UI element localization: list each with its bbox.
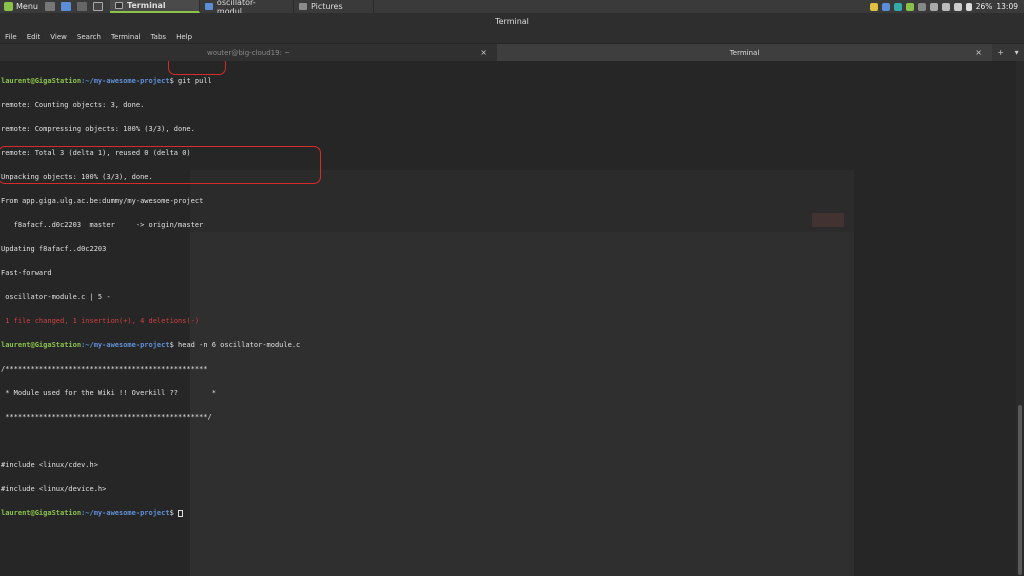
show-desktop-icon[interactable] xyxy=(44,2,55,11)
file-manager-icon[interactable] xyxy=(60,2,71,11)
folder-icon xyxy=(298,3,307,10)
background-window-ghost xyxy=(812,213,844,227)
tab-label: Terminal xyxy=(729,48,760,57)
menu-view[interactable]: View xyxy=(45,33,72,41)
menu-edit[interactable]: Edit xyxy=(22,33,46,41)
taskbar-item-terminal[interactable]: Terminal xyxy=(109,0,200,13)
terminal-line: * Module used for the Wiki !! Overkill ?… xyxy=(1,389,216,397)
terminal-line: remote: Compressing objects: 100% (3/3),… xyxy=(1,125,195,133)
terminal-line: laurent@GigaStation:~/my-awesome-project… xyxy=(1,77,212,85)
terminal-line: 1 file changed, 1 insertion(+), 4 deleti… xyxy=(1,317,200,325)
tab-close-icon[interactable]: × xyxy=(480,48,487,57)
terminal-line: Fast-forward xyxy=(1,269,52,277)
menu-terminal[interactable]: Terminal xyxy=(106,33,146,41)
new-tab-icon[interactable]: + xyxy=(997,48,1004,57)
taskbar-item-pictures[interactable]: Pictures xyxy=(294,0,374,13)
text-editor-icon xyxy=(204,3,213,10)
annotation-git-pull xyxy=(168,61,226,75)
menubar: File Edit View Search Terminal Tabs Help xyxy=(0,30,1024,43)
terminal-line: remote: Counting objects: 3, done. xyxy=(1,101,145,109)
tab-label: wouter@big-cloud19: ~ xyxy=(206,48,291,57)
terminal-scrollbar[interactable] xyxy=(1016,61,1024,576)
tab-extras: + ▾ xyxy=(992,48,1024,57)
taskbar-item-label: Pictures xyxy=(310,2,343,11)
terminal-cursor xyxy=(178,509,184,517)
system-panel: Menu Terminal oscillator-modul... Pictur… xyxy=(0,0,1024,16)
annotation-head-output xyxy=(0,146,321,184)
system-tray: 26% 13:09 xyxy=(869,2,1024,11)
terminal-line: Updating f8afacf..d0c2203 xyxy=(1,245,107,253)
lock-icon[interactable] xyxy=(929,2,938,11)
network-icon[interactable] xyxy=(941,2,950,11)
menu-button[interactable]: Menu xyxy=(0,0,42,13)
terminal-line: f8afacf..d0c2203 master -> origin/master xyxy=(1,221,204,229)
shield-icon[interactable] xyxy=(869,2,878,11)
tab-close-icon[interactable]: × xyxy=(975,48,982,57)
command-git-pull: git pull xyxy=(173,77,212,85)
clock[interactable]: 13:09 xyxy=(996,2,1018,11)
taskbar-item-editor[interactable]: oscillator-modul... xyxy=(200,0,294,16)
terminal-line: From app.giga.ulg.ac.be:dummy/my-awesome… xyxy=(1,197,204,205)
tab-list-icon[interactable]: ▾ xyxy=(1015,48,1019,57)
terminal-output[interactable]: laurent@GigaStation:~/my-awesome-project… xyxy=(0,61,1016,576)
files-icon[interactable] xyxy=(76,2,87,11)
window-title: Terminal xyxy=(495,17,529,26)
terminal-line: /***************************************… xyxy=(1,365,208,373)
terminal-line: #include <linux/cdev.h> xyxy=(1,461,98,469)
terminal-lines: laurent@GigaStation:~/my-awesome-project… xyxy=(1,61,300,533)
battery-percentage: 26% xyxy=(975,2,993,11)
command-head: head -n 6 oscillator-module.c xyxy=(173,341,301,349)
keyboard-icon[interactable] xyxy=(917,2,926,11)
menu-tabs[interactable]: Tabs xyxy=(146,33,172,41)
mint-logo-icon xyxy=(4,2,13,11)
menu-file[interactable]: File xyxy=(0,33,22,41)
battery-icon[interactable] xyxy=(965,2,972,11)
terminal-line: laurent@GigaStation:~/my-awesome-project… xyxy=(1,509,300,517)
taskbar-item-label: Terminal xyxy=(126,1,166,10)
menu-search[interactable]: Search xyxy=(72,33,106,41)
terminal-line: oscillator-module.c | 5 - xyxy=(1,293,111,301)
menu-help[interactable]: Help xyxy=(171,33,197,41)
tab-terminal[interactable]: Terminal × xyxy=(497,44,992,61)
bluetooth-icon[interactable] xyxy=(881,2,890,11)
terminal-line: ****************************************… xyxy=(1,413,212,421)
volume-icon[interactable] xyxy=(953,2,962,11)
scrollbar-thumb[interactable] xyxy=(1018,405,1022,575)
terminal-line: #include <linux/device.h> xyxy=(1,485,107,493)
tab-bar: wouter@big-cloud19: ~ × Terminal × + ▾ xyxy=(0,44,1024,61)
window-titlebar[interactable]: Terminal xyxy=(0,13,1024,30)
terminal-launcher-icon[interactable] xyxy=(92,2,103,11)
updates-icon[interactable] xyxy=(905,2,914,11)
tab-remote[interactable]: wouter@big-cloud19: ~ × xyxy=(0,44,497,61)
terminal-line: laurent@GigaStation:~/my-awesome-project… xyxy=(1,341,301,349)
app-tray-icon[interactable] xyxy=(893,2,902,11)
terminal-icon xyxy=(114,2,123,9)
menu-label: Menu xyxy=(16,2,38,11)
